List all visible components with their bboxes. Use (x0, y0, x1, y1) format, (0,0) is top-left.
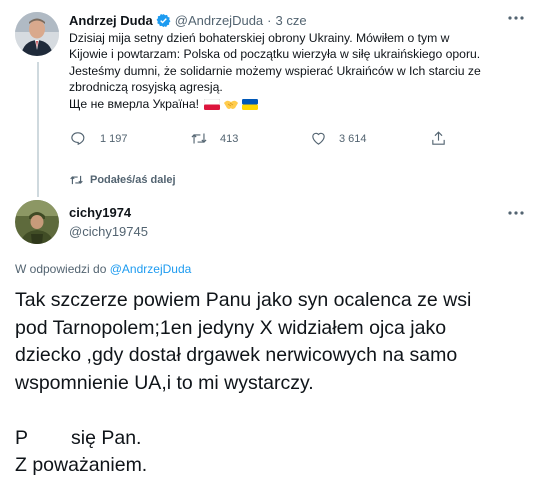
reply-action[interactable]: 1 197 (69, 130, 128, 147)
handshake-icon (223, 98, 239, 110)
avatar-andrzej-duda[interactable] (15, 12, 59, 56)
avatar-cichy1974[interactable] (15, 200, 59, 244)
retweeted-indicator: Podałeś/aś dalej (69, 173, 176, 187)
author-name[interactable]: Andrzej Duda (69, 13, 153, 28)
reply-text-line: dziecko ,gdy dostał drgawek nerwicowych … (15, 344, 458, 366)
reply-count: 1 197 (100, 132, 128, 145)
tweet-text-line: zbrodniczą rosyjską agresją. (69, 80, 223, 95)
like-icon (310, 130, 327, 147)
author-handle[interactable]: @AndrzejDuda (175, 13, 263, 28)
reply-text-line: pod Tarnopolem;1en jedyny X widziałem oj… (15, 316, 447, 339)
retweet-icon (69, 173, 84, 187)
avatar-photo (15, 200, 59, 244)
reply-author-handle[interactable]: @cichy19745 (69, 224, 148, 239)
replying-to-prefix: W odpowiedzi do (15, 262, 107, 276)
flag-ukraine-icon (241, 98, 258, 111)
retweet-icon (190, 130, 208, 147)
tweet-text-line: Dzisiaj mija setny dzień bohaterskiej ob… (69, 31, 450, 45)
tweet-text-line: Ще не вмерла Україна! (69, 96, 199, 111)
share-icon[interactable] (430, 130, 447, 147)
retweet-count: 413 (220, 132, 239, 145)
reply-text-line: Z poważaniem. (15, 454, 148, 476)
avatar-photo (15, 12, 59, 56)
parent-tweet-text: Dzisiaj mija setny dzień bohaterskiej ob… (69, 30, 529, 112)
reply-tweet-text: Tak szczerze powiem Panu jako syn ocalen… (15, 287, 530, 480)
more-icon[interactable] (507, 206, 525, 220)
tweet-time[interactable]: 3 cze (276, 13, 307, 28)
reply-text-line: Tak szczerze powiem Panu jako syn ocalen… (15, 289, 472, 311)
parent-tweet-header: Andrzej Duda @AndrzejDuda · 3 cze (69, 11, 307, 29)
reply-text-line-empty (15, 397, 530, 425)
replying-to-link[interactable]: @AndrzejDuda (110, 262, 192, 276)
like-count: 3 614 (339, 132, 367, 145)
tweet-text-line: Kijowie i powtarzam: Polska od początku … (69, 47, 481, 62)
separator-dot: · (267, 12, 272, 28)
tweet-text-line: Jesteśmy dumni, że solidarnie możemy wsp… (69, 63, 481, 78)
reply-text-line: wspomnienie UA,i to mi wystarczy. (15, 371, 314, 394)
more-icon[interactable] (507, 11, 525, 25)
tweet-text-line-ukrainian: Ще не вмерла Україна! (69, 96, 529, 112)
flag-poland-icon (203, 98, 221, 111)
retweet-action[interactable]: 413 (190, 130, 238, 147)
verified-badge-icon (156, 13, 171, 28)
replying-to: W odpowiedzi do @AndrzejDuda (15, 262, 191, 276)
reply-text-line: P się Pan. (15, 426, 142, 449)
thread-connector-line (37, 62, 39, 197)
like-action[interactable]: 3 614 (310, 130, 367, 147)
retweeted-note: Podałeś/aś dalej (90, 174, 176, 186)
reply-icon (69, 130, 86, 147)
reply-author-name[interactable]: cichy1974 (69, 205, 131, 220)
